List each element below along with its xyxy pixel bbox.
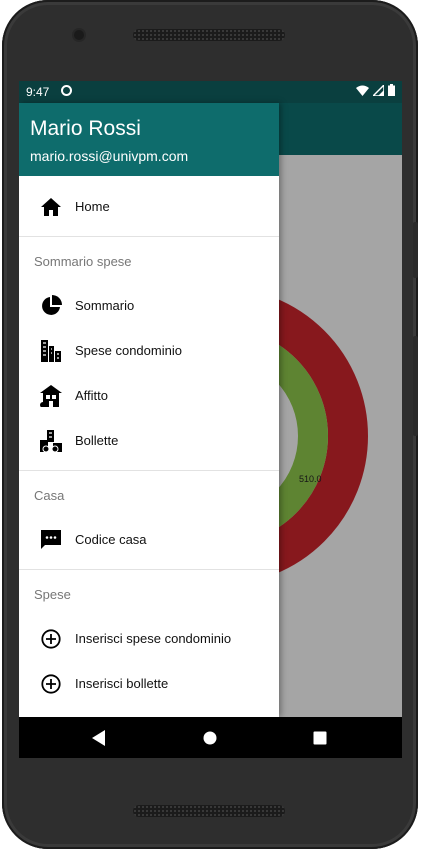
status-icons xyxy=(356,84,395,96)
chat-bubble-icon xyxy=(39,528,63,552)
section-header-label: Casa xyxy=(34,488,65,503)
battery-icon xyxy=(388,84,395,96)
drawer-item-inserisci-bollette[interactable]: Inserisci bollette xyxy=(19,661,279,706)
add-circle-icon xyxy=(39,672,63,696)
city-icon xyxy=(39,429,63,453)
drawer-item-affitto[interactable]: Affitto xyxy=(19,373,279,418)
signal-icon xyxy=(373,84,384,96)
status-bar: 9:47 xyxy=(19,81,402,103)
back-button[interactable] xyxy=(69,717,129,758)
drawer-item-bollette[interactable]: Bollette xyxy=(19,418,279,463)
section-header-label: Sommario spese xyxy=(34,254,132,269)
drawer-item-label: Inserisci spese condominio xyxy=(75,631,232,646)
drawer-item-inserisci-spese-condominio[interactable]: Inserisci spese condominio xyxy=(19,616,279,661)
drawer-item-spese-condominio[interactable]: Spese condominio xyxy=(19,328,279,373)
status-time: 9:47 xyxy=(26,85,50,99)
square-recents-icon xyxy=(313,731,327,744)
drawer-item-label: Spese condominio xyxy=(75,343,182,358)
navigation-drawer: Mario Rossi mario.rossi@univpm.com Home … xyxy=(19,103,279,717)
drawer-item-codice-casa[interactable]: Codice casa xyxy=(19,517,279,562)
section-header-spese: Spese xyxy=(19,570,279,616)
circle-home-icon xyxy=(203,731,217,744)
drawer-item-home[interactable]: Home xyxy=(19,184,279,229)
drawer-item-label: Bollette xyxy=(75,433,119,448)
bottom-speaker xyxy=(133,805,285,817)
drawer-item-label: Inserisci bollette xyxy=(75,676,169,691)
top-speaker xyxy=(133,29,285,41)
house-icon xyxy=(39,384,63,408)
power-button[interactable] xyxy=(413,336,418,436)
drawer-item-label: Affitto xyxy=(75,388,109,403)
back-icon xyxy=(92,729,105,746)
front-camera xyxy=(74,30,84,40)
drawer-item-sommario[interactable]: Sommario xyxy=(19,283,279,328)
screen: 9:47 se 510.0 Mario Rossi mario.rossi@u xyxy=(19,81,402,758)
home-icon xyxy=(39,195,63,219)
drawer-item-label: Codice casa xyxy=(75,532,147,547)
user-email: mario.rossi@univpm.com xyxy=(30,148,189,164)
section-header-casa: Casa xyxy=(19,471,279,517)
wifi-icon xyxy=(356,85,369,96)
section-header-label: Spese xyxy=(34,587,71,602)
drawer-item-label: Sommario xyxy=(75,298,135,313)
volume-button[interactable] xyxy=(413,222,418,278)
system-nav-bar xyxy=(19,717,402,758)
pie-chart-icon xyxy=(39,294,63,318)
add-circle-icon xyxy=(39,627,63,651)
phone-frame: 9:47 se 510.0 Mario Rossi mario.rossi@u xyxy=(2,0,418,849)
drawer-header: Mario Rossi mario.rossi@univpm.com xyxy=(19,103,279,176)
home-nav-button[interactable] xyxy=(180,717,240,758)
user-name: Mario Rossi xyxy=(30,117,141,140)
building-icon xyxy=(39,339,63,363)
drawer-item-partial[interactable] xyxy=(19,706,279,717)
section-header-summary: Sommario spese xyxy=(19,237,279,283)
recents-button[interactable] xyxy=(290,717,350,758)
sync-icon xyxy=(61,85,72,96)
drawer-item-label: Home xyxy=(75,199,110,214)
